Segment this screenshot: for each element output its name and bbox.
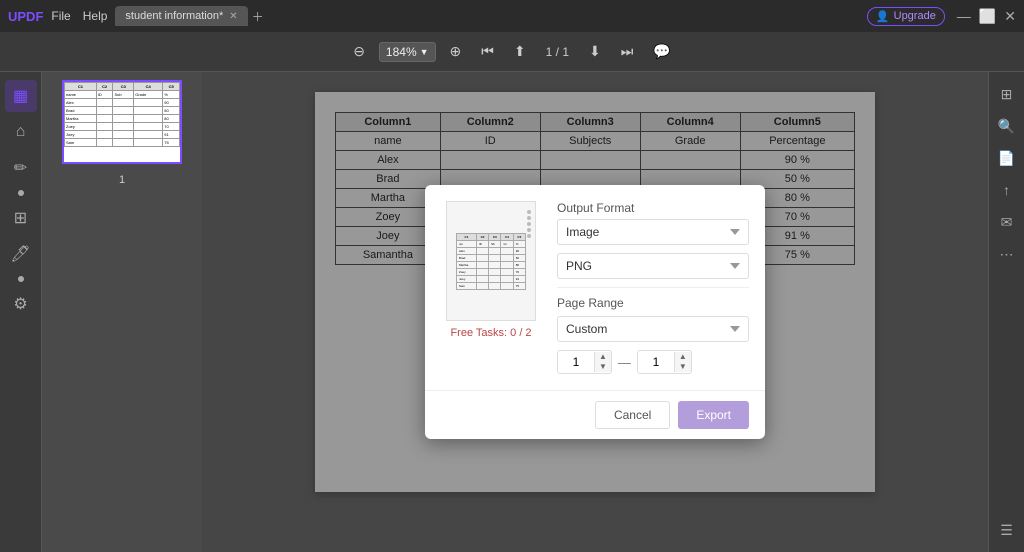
titlebar: UPDF File Help student information* ✕ ＋ … — [0, 0, 1024, 32]
help-menu[interactable]: Help — [83, 9, 108, 23]
titlebar-right: 👤 Upgrade — ⬜ ✕ — [867, 7, 1016, 26]
page-display: 1 / 1 — [540, 45, 575, 59]
sidebar-tools-icon[interactable]: ⚙ — [5, 288, 37, 320]
thumbnail-panel: C1C2C3C4C5 nameIDSubGrade% Alex90 Brad50… — [42, 72, 202, 552]
page-from-spinners: ▲ ▼ — [594, 352, 611, 372]
form-divider — [557, 287, 749, 288]
page-thumbnail[interactable]: C1C2C3C4C5 nameIDSubGrade% Alex90 Brad50… — [62, 80, 182, 164]
next-page-button[interactable]: ⬇ — [583, 39, 607, 64]
new-tab-button[interactable]: ＋ — [252, 8, 264, 25]
page-to-down[interactable]: ▼ — [675, 362, 691, 372]
free-tasks-label: Free Tasks: 0 / 2 — [450, 327, 531, 339]
export-dialog: C1C2C3C4C5 nmIDSbGr% Alex90 Brad50 Marth… — [425, 185, 765, 439]
last-page-button[interactable]: ⏭ — [615, 39, 640, 64]
format-select[interactable]: Image PDF Word — [557, 219, 749, 245]
main-area: ▦ ⌂ ✏ ⊞ 🖊 ⚙ C1C2C3C4C5 nameIDSubGrade% A… — [0, 72, 1024, 552]
sidebar-separator-2 — [18, 276, 24, 282]
range-dash: — — [618, 355, 631, 370]
cancel-button[interactable]: Cancel — [595, 401, 670, 429]
upgrade-button[interactable]: 👤 Upgrade — [867, 7, 945, 26]
export-button[interactable]: Export — [678, 401, 749, 429]
right-bottom-icon[interactable]: ☰ — [993, 516, 1021, 544]
page-range-label: Page Range — [557, 296, 749, 310]
dialog-form: Output Format Image PDF Word PNG JPG BMP — [557, 201, 749, 374]
prev-page-button[interactable]: ⬆ — [508, 39, 532, 64]
type-select[interactable]: PNG JPG BMP — [557, 253, 749, 279]
page-to-up[interactable]: ▲ — [675, 352, 691, 362]
sidebar-home-icon[interactable]: ⌂ — [5, 116, 37, 148]
page-to-input[interactable] — [638, 351, 674, 373]
right-page-icon[interactable]: 📄 — [993, 144, 1021, 172]
page-from-input[interactable] — [558, 351, 594, 373]
zoom-display: 184% ▼ — [379, 42, 436, 62]
page-from-input-wrap: ▲ ▼ — [557, 350, 612, 374]
page-from-down[interactable]: ▼ — [595, 362, 611, 372]
zoom-out-button[interactable]: ⊖ — [347, 39, 371, 64]
file-menu[interactable]: File — [51, 9, 70, 23]
page-range-row: ▲ ▼ — ▲ ▼ — [557, 350, 749, 374]
upgrade-icon: 👤 — [876, 10, 890, 23]
dialog-preview: C1C2C3C4C5 nmIDSbGr% Alex90 Brad50 Marth… — [441, 201, 541, 374]
zoom-in-button[interactable]: ⊕ — [444, 39, 468, 64]
right-share-icon[interactable]: ↑ — [993, 176, 1021, 204]
zoom-dropdown-icon[interactable]: ▼ — [420, 47, 429, 57]
preview-page: C1C2C3C4C5 nmIDSbGr% Alex90 Brad50 Marth… — [446, 201, 536, 321]
format-label: Output Format — [557, 201, 749, 215]
app-logo: UPDF — [8, 9, 43, 24]
sidebar-annotate-icon[interactable]: ✏ — [5, 152, 37, 184]
menu-bar: File Help — [51, 9, 107, 23]
right-mail-icon[interactable]: ✉ — [993, 208, 1021, 236]
page-range-select[interactable]: Custom All Pages — [557, 316, 749, 342]
page-from-up[interactable]: ▲ — [595, 352, 611, 362]
tab-close-button[interactable]: ✕ — [229, 11, 237, 22]
sidebar-sign-icon[interactable]: 🖊 — [5, 238, 37, 270]
right-search-icon[interactable]: 🔍 — [993, 112, 1021, 140]
window-controls: — ⬜ ✕ — [957, 8, 1016, 25]
tab-bar: student information* ✕ ＋ — [115, 6, 263, 26]
right-table-icon[interactable]: ⊞ — [993, 80, 1021, 108]
page-to-spinners: ▲ ▼ — [674, 352, 691, 372]
maximize-button[interactable]: ⬜ — [979, 8, 996, 25]
right-more-icon[interactable]: ⋯ — [993, 240, 1021, 268]
content-area: Column1 Column2 Column3 Column4 Column5 … — [202, 72, 988, 552]
dialog-footer: Cancel Export — [425, 390, 765, 439]
close-button[interactable]: ✕ — [1004, 8, 1016, 25]
left-sidebar: ▦ ⌂ ✏ ⊞ 🖊 ⚙ — [0, 72, 42, 552]
sidebar-form-icon[interactable]: ⊞ — [5, 202, 37, 234]
tab-label: student information* — [125, 10, 223, 22]
active-tab[interactable]: student information* ✕ — [115, 6, 247, 26]
first-page-button[interactable]: ⏮ — [475, 39, 500, 64]
dialog-overlay: C1C2C3C4C5 nmIDSbGr% Alex90 Brad50 Marth… — [202, 72, 988, 552]
sidebar-edit-icon[interactable]: ▦ — [5, 80, 37, 112]
zoom-level: 184% — [386, 45, 417, 59]
right-sidebar: ⊞ 🔍 📄 ↑ ✉ ⋯ ☰ — [988, 72, 1024, 552]
preview-dots — [527, 210, 531, 238]
toolbar: ⊖ 184% ▼ ⊕ ⏮ ⬆ 1 / 1 ⬇ ⏭ 💬 — [0, 32, 1024, 72]
minimize-button[interactable]: — — [957, 8, 971, 25]
comment-button[interactable]: 💬 — [647, 39, 676, 64]
thumbnail-page-label: 1 — [119, 174, 125, 186]
sidebar-separator-1 — [18, 190, 24, 196]
page-to-input-wrap: ▲ ▼ — [637, 350, 692, 374]
